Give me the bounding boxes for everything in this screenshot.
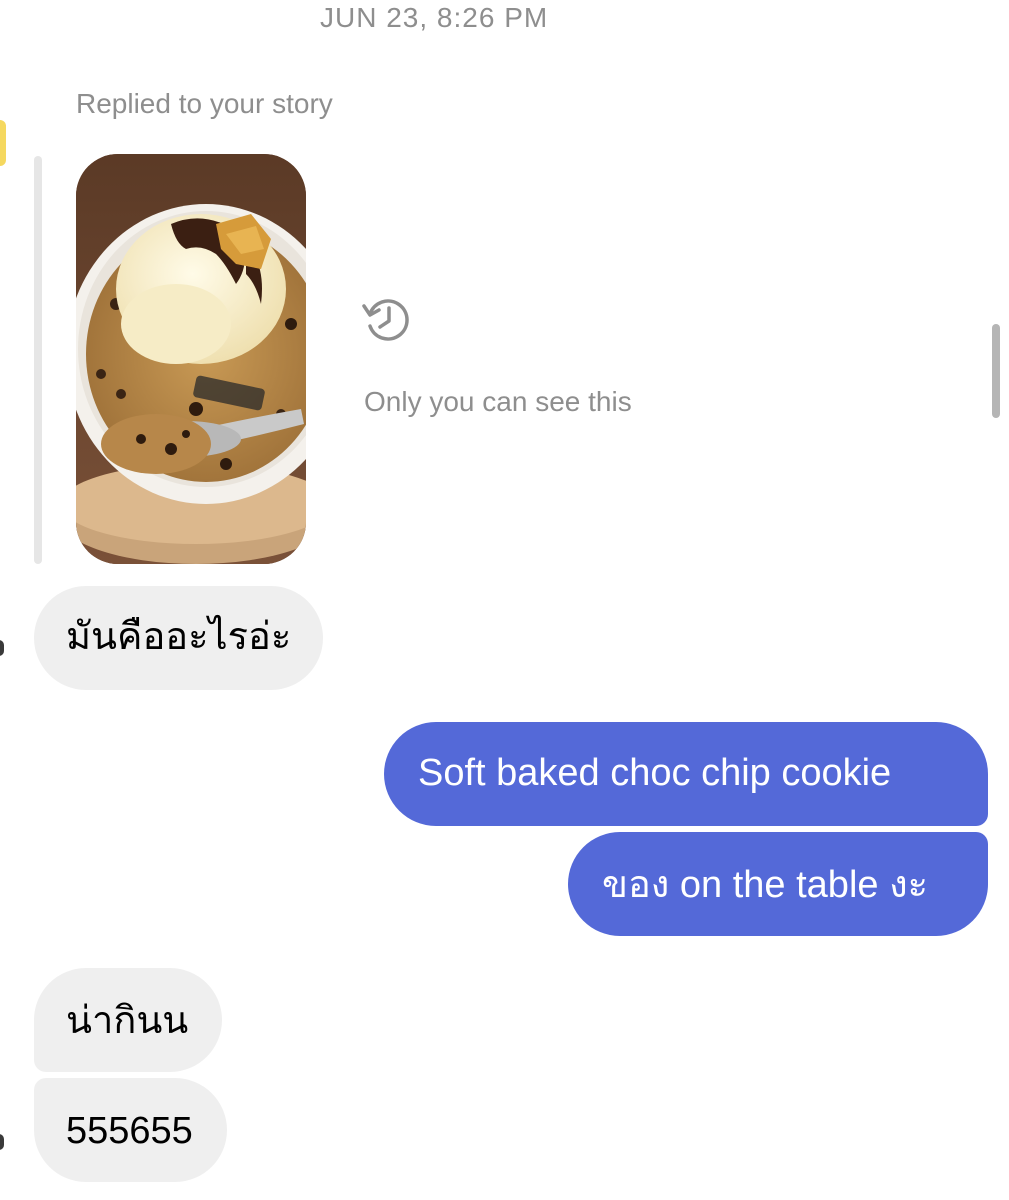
incoming-message-bubble[interactable]: มันคืออะไรอ่ะ — [34, 586, 324, 690]
edge-decoration — [0, 120, 6, 166]
only-you-can-see-text: Only you can see this — [364, 386, 632, 417]
sender-avatar-edge — [0, 1134, 4, 1150]
outgoing-message-bubble[interactable]: Soft baked choc chip cookie — [384, 722, 988, 826]
reply-quote-bar — [34, 156, 42, 564]
outgoing-message-bubble[interactable]: ของ on the table งะ — [568, 832, 988, 936]
cookie-ice-cream-photo — [76, 154, 306, 564]
sender-avatar-edge — [0, 640, 4, 656]
incoming-message-bubble[interactable]: 555655 — [34, 1078, 227, 1182]
message-timestamp: JUN 23, 8:26 PM — [320, 2, 549, 33]
story-thumbnail[interactable] — [76, 154, 306, 564]
history-clock-icon — [362, 299, 409, 341]
scrollbar[interactable] — [992, 324, 1000, 418]
incoming-message-bubble[interactable]: น่ากินน — [34, 968, 223, 1072]
story-reply-label: Replied to your story — [76, 88, 333, 119]
chat-thread: JUN 23, 8:26 PM Replied to your story On… — [0, 0, 1009, 1200]
